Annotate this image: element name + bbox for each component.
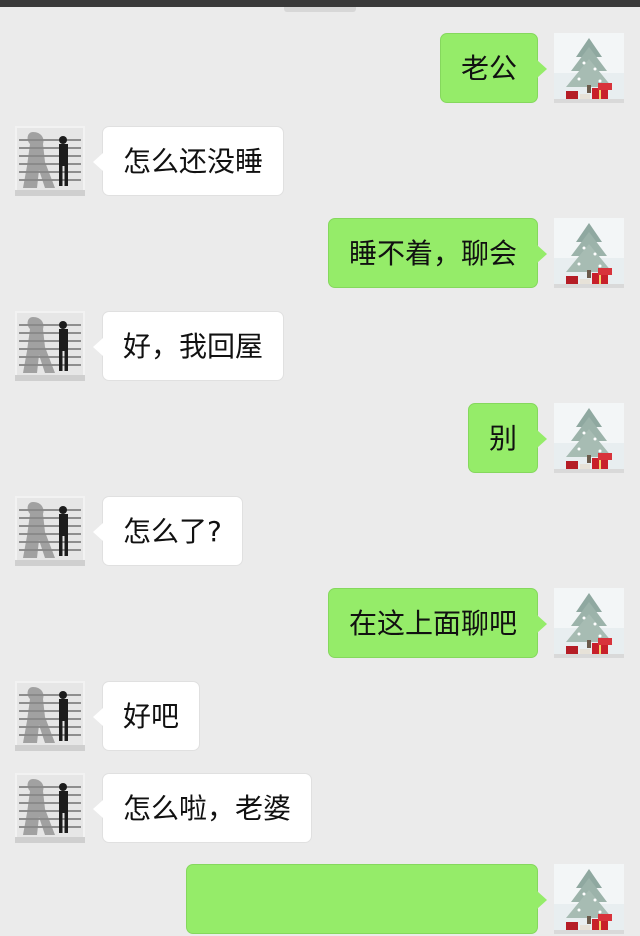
- message-text: 好，我回屋: [123, 330, 264, 363]
- christmas-tree-avatar[interactable]: [554, 33, 624, 103]
- message-row-incoming: 怎么啦，老婆: [0, 773, 640, 845]
- christmas-tree-avatar[interactable]: [554, 864, 624, 934]
- message-text: 别: [488, 422, 517, 455]
- message-row-outgoing: [0, 864, 640, 936]
- message-bubble-incoming[interactable]: 怎么了?: [93, 496, 243, 566]
- message-row-outgoing: 老公: [0, 33, 640, 105]
- message-row-incoming: 怎么还没睡: [0, 126, 640, 198]
- walking-man-shadow-avatar[interactable]: [15, 773, 85, 843]
- message-text: 怎么了?: [123, 515, 222, 548]
- message-bubble-incoming[interactable]: 怎么还没睡: [92, 126, 285, 196]
- message-row-outgoing: 睡不着，聊会: [0, 218, 640, 290]
- message-bubble-outgoing[interactable]: 别: [467, 403, 548, 473]
- message-bubble-outgoing[interactable]: 老公: [439, 33, 548, 103]
- message-bubble-incoming[interactable]: 好吧: [92, 681, 201, 751]
- message-text: 睡不着，聊会: [348, 237, 517, 270]
- message-row-outgoing: 别: [0, 403, 640, 475]
- message-text: 好吧: [123, 700, 180, 733]
- christmas-tree-avatar[interactable]: [554, 218, 624, 288]
- message-bubble-outgoing[interactable]: 在这上面聊吧: [327, 588, 548, 658]
- message-text: 在这上面聊吧: [348, 607, 517, 640]
- message-row-incoming: 怎么了?: [0, 496, 640, 568]
- message-row-incoming: 好吧: [0, 681, 640, 753]
- walking-man-shadow-avatar[interactable]: [15, 126, 85, 196]
- walking-man-shadow-avatar[interactable]: [15, 681, 85, 751]
- message-text: 怎么啦，老婆: [123, 792, 292, 825]
- christmas-tree-avatar[interactable]: [554, 403, 624, 473]
- message-bubble-incoming[interactable]: 怎么啦，老婆: [92, 773, 313, 843]
- message-row-incoming: 好，我回屋: [0, 311, 640, 383]
- message-bubble-incoming[interactable]: 好，我回屋: [92, 311, 285, 381]
- christmas-tree-avatar[interactable]: [554, 588, 624, 658]
- walking-man-shadow-avatar[interactable]: [15, 311, 85, 381]
- message-text: 怎么还没睡: [123, 145, 264, 178]
- message-row-outgoing: 在这上面聊吧: [0, 588, 640, 660]
- chat-message-list[interactable]: 老公 怎么还没睡 睡不着，聊会 好，我回屋 别 怎么了? 在这上面聊吧 好吧 怎…: [0, 0, 640, 934]
- message-bubble-outgoing[interactable]: 睡不着，聊会: [327, 218, 548, 288]
- message-bubble-outgoing[interactable]: [186, 864, 547, 934]
- walking-man-shadow-avatar[interactable]: [15, 496, 85, 566]
- message-text: 老公: [460, 52, 517, 85]
